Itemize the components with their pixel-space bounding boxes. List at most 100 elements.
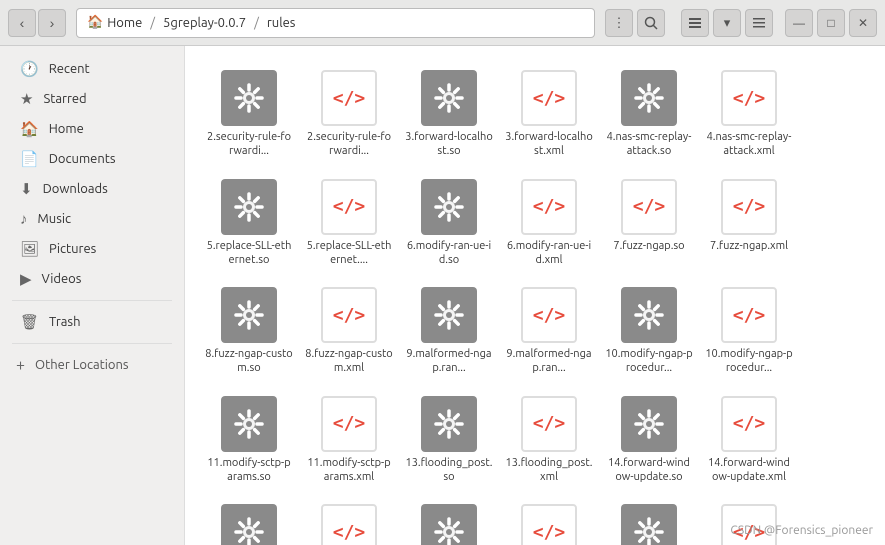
gear-svg <box>630 296 668 334</box>
options-button[interactable] <box>745 9 773 37</box>
sidebar-item-downloads[interactable]: ⬇ Downloads <box>4 174 180 204</box>
xml-icon: </> <box>721 179 777 235</box>
list-view-button[interactable] <box>681 9 709 37</box>
file-item[interactable]: 16.settings_attack.so <box>401 496 497 545</box>
starred-icon: ★ <box>20 90 33 108</box>
file-item[interactable]: 8.fuzz-ngap-custom.so <box>201 279 297 384</box>
titlebar-actions: ⋮ <box>605 9 665 37</box>
file-name: 8.fuzz-ngap-custom.xml <box>305 347 393 376</box>
file-item[interactable]: 15.fuzzing_payload.so <box>201 496 297 545</box>
forward-button[interactable]: › <box>38 9 66 37</box>
file-item[interactable]: </> 3.forward-localhost.xml <box>501 62 597 167</box>
file-item[interactable]: </> 17. <box>701 496 797 545</box>
xml-tag: </> <box>533 413 566 434</box>
sidebar-item-trash[interactable]: 🗑 Trash <box>4 307 180 337</box>
sidebar-item-starred[interactable]: ★ Starred <box>4 84 180 114</box>
xml-icon: </> <box>621 179 677 235</box>
xml-tag: </> <box>633 196 666 217</box>
back-button[interactable]: ‹ <box>8 9 36 37</box>
sidebar-label-documents: Documents <box>49 152 116 166</box>
documents-icon: 📄 <box>20 150 39 168</box>
sidebar-item-videos[interactable]: ▶ Videos <box>4 264 180 294</box>
file-name: 6.modify-ran-ue-id.so <box>405 239 493 268</box>
file-item[interactable]: 6.modify-ran-ue-id.so <box>401 171 497 276</box>
file-item[interactable]: </> 14.forward-window-update.xml <box>701 388 797 493</box>
so-icon <box>621 70 677 126</box>
file-icon <box>421 396 477 452</box>
file-name: 2.security-rule-forwardi... <box>305 130 393 159</box>
file-item[interactable]: </> 2.security-rule-forwardi... <box>301 62 397 167</box>
sidebar-label-music: Music <box>38 212 72 226</box>
file-item[interactable]: </> 13.flooding_post.xml <box>501 388 597 493</box>
sidebar-label-starred: Starred <box>43 92 86 106</box>
sidebar-divider-2 <box>12 343 172 344</box>
sidebar-item-home[interactable]: 🏠 Home <box>4 114 180 144</box>
file-item[interactable]: </> 16.settings_attack.xml <box>501 496 597 545</box>
file-name: 4.nas-smc-replay-attack.so <box>605 130 693 159</box>
file-item[interactable]: 2.security-rule-forwardi... <box>201 62 297 167</box>
file-icon <box>221 504 277 545</box>
trash-icon: 🗑 <box>20 313 39 331</box>
menu-button[interactable]: ⋮ <box>605 9 633 37</box>
sort-button[interactable]: ▾ <box>713 9 741 37</box>
sidebar-label-pictures: Pictures <box>49 242 96 256</box>
file-item[interactable]: </> 5.replace-SLL-ethernet.... <box>301 171 397 276</box>
file-item[interactable]: 3.forward-localhost.so <box>401 62 497 167</box>
file-item[interactable]: 5.replace-SLL-ethernet.so <box>201 171 297 276</box>
sidebar-item-other-locations[interactable]: + Other Locations <box>0 350 184 380</box>
file-icon: </> <box>721 396 777 452</box>
file-item[interactable]: 10.modify-ngap-procedur... <box>601 279 697 384</box>
sidebar-item-recent[interactable]: 🕐 Recent <box>4 54 180 84</box>
file-name: 5.replace-SLL-ethernet.so <box>205 239 293 268</box>
file-item[interactable]: </> 15.fuzzing_payload.xml <box>301 496 397 545</box>
file-item[interactable]: </> 9.malformed-ngap.ran... <box>501 279 597 384</box>
xml-icon: </> <box>721 396 777 452</box>
file-icon <box>221 287 277 343</box>
file-item[interactable]: 14.forward-window-update.so <box>601 388 697 493</box>
search-button[interactable] <box>637 9 665 37</box>
file-item[interactable]: </> 8.fuzz-ngap-custom.xml <box>301 279 397 384</box>
xml-icon: </> <box>321 504 377 545</box>
file-item[interactable]: </> 7.fuzz-ngap.xml <box>701 171 797 276</box>
videos-icon: ▶ <box>20 270 32 288</box>
file-icon <box>621 504 677 545</box>
sidebar-label-downloads: Downloads <box>43 182 108 196</box>
file-item[interactable]: </> 7.fuzz-ngap.so <box>601 171 697 276</box>
xml-icon: </> <box>321 396 377 452</box>
file-name: 10.modify-ngap-procedur... <box>605 347 693 376</box>
file-item[interactable]: </> 6.modify-ran-ue-id.xml <box>501 171 597 276</box>
gear-svg <box>630 405 668 443</box>
file-item[interactable]: </> 11.modify-sctp-params.xml <box>301 388 397 493</box>
sidebar-item-pictures[interactable]: 🖼 Pictures <box>4 234 180 264</box>
file-item[interactable]: 17. <box>601 496 697 545</box>
file-item[interactable]: 13.flooding_post.so <box>401 388 497 493</box>
maximize-button[interactable]: □ <box>817 9 845 37</box>
breadcrumb-sep-1: / <box>150 16 155 30</box>
gear-svg <box>430 79 468 117</box>
downloads-icon: ⬇ <box>20 180 33 198</box>
sidebar-label-recent: Recent <box>49 62 90 76</box>
file-item[interactable]: 9.malformed-ngap.ran... <box>401 279 497 384</box>
file-item[interactable]: 11.modify-sctp-params.so <box>201 388 297 493</box>
gear-svg <box>230 79 268 117</box>
xml-tag: </> <box>733 305 766 326</box>
breadcrumb-bar[interactable]: 🏠 Home / 5greplay-0.0.7 / rules <box>76 8 595 38</box>
list-view-icon <box>688 16 702 30</box>
titlebar: ‹ › 🏠 Home / 5greplay-0.0.7 / rules ⋮ <box>0 0 885 46</box>
file-name: 4.nas-smc-replay-attack.xml <box>705 130 793 159</box>
xml-tag: </> <box>533 196 566 217</box>
sidebar-item-music[interactable]: ♪ Music <box>4 204 180 234</box>
file-item[interactable]: </> 10.modify-ngap-procedur... <box>701 279 797 384</box>
minimize-button[interactable]: — <box>785 9 813 37</box>
file-icon <box>421 504 477 545</box>
xml-tag: </> <box>533 305 566 326</box>
xml-tag: </> <box>333 522 366 543</box>
sidebar-item-documents[interactable]: 📄 Documents <box>4 144 180 174</box>
file-item[interactable]: </> 4.nas-smc-replay-attack.xml <box>701 62 797 167</box>
file-icon: </> <box>521 504 577 545</box>
close-button[interactable]: ✕ <box>849 9 877 37</box>
file-icon <box>621 70 677 126</box>
breadcrumb-home-label: Home <box>107 16 142 30</box>
file-name: 14.forward-window-update.so <box>605 456 693 485</box>
file-item[interactable]: 4.nas-smc-replay-attack.so <box>601 62 697 167</box>
